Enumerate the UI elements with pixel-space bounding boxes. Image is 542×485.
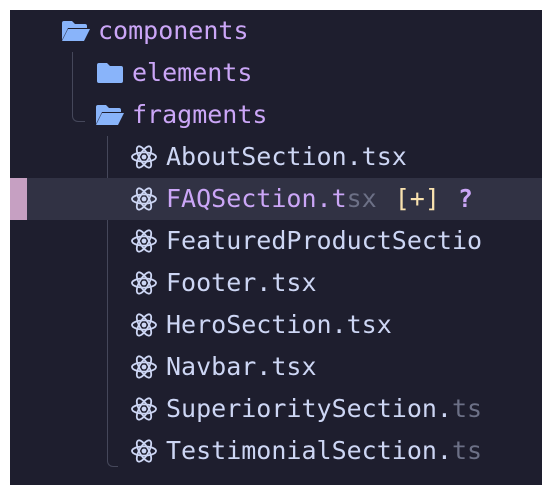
tree-file-featured-product-section[interactable]: FeaturedProductSectio xyxy=(10,220,542,262)
tree-file-label: TestimonialSection.ts xyxy=(166,436,483,465)
tree-file-label: Navbar.tsx xyxy=(166,352,317,381)
tree-file-label: FAQSection.tsx xyxy=(166,184,377,213)
tree-folder-label: elements xyxy=(132,58,253,87)
react-icon xyxy=(128,136,160,178)
folder-open-icon xyxy=(60,10,92,52)
tree-folder-fragments[interactable]: fragments xyxy=(10,94,542,136)
tree-folder-label: fragments xyxy=(132,100,268,129)
file-tree-panel: components elements fragments AboutSecti… xyxy=(10,10,542,485)
modified-badge: [+] xyxy=(394,184,440,213)
react-icon xyxy=(128,430,160,472)
tree-file-label: FeaturedProductSectio xyxy=(166,226,483,255)
tree-file-label: Footer.tsx xyxy=(166,268,317,297)
tree-file-label: AboutSection.tsx xyxy=(166,142,407,171)
git-untracked-status: ? xyxy=(457,184,473,213)
react-icon xyxy=(128,304,160,346)
folder-closed-icon xyxy=(94,52,126,94)
tree-folder-elements[interactable]: elements xyxy=(10,52,542,94)
react-icon xyxy=(128,178,160,220)
tree-folder-label: components xyxy=(98,16,249,45)
react-icon xyxy=(128,346,160,388)
tree-file-label: SuperioritySection.ts xyxy=(166,394,483,423)
tree-file-navbar[interactable]: Navbar.tsx xyxy=(10,346,542,388)
selection-marker xyxy=(10,178,27,220)
tree-folder-components[interactable]: components xyxy=(10,10,542,52)
react-icon xyxy=(128,220,160,262)
tree-file-about-section[interactable]: AboutSection.tsx xyxy=(10,136,542,178)
tree-file-testimonial-section[interactable]: TestimonialSection.ts xyxy=(10,430,542,472)
folder-open-icon xyxy=(94,94,126,136)
react-icon xyxy=(128,262,160,304)
tree-file-hero-section[interactable]: HeroSection.tsx xyxy=(10,304,542,346)
tree-file-superiority-section[interactable]: SuperioritySection.ts xyxy=(10,388,542,430)
tree-file-footer[interactable]: Footer.tsx xyxy=(10,262,542,304)
react-icon xyxy=(128,388,160,430)
tree-file-faq-section[interactable]: FAQSection.tsx [+] ? xyxy=(10,178,542,220)
tree-file-label: HeroSection.tsx xyxy=(166,310,392,339)
